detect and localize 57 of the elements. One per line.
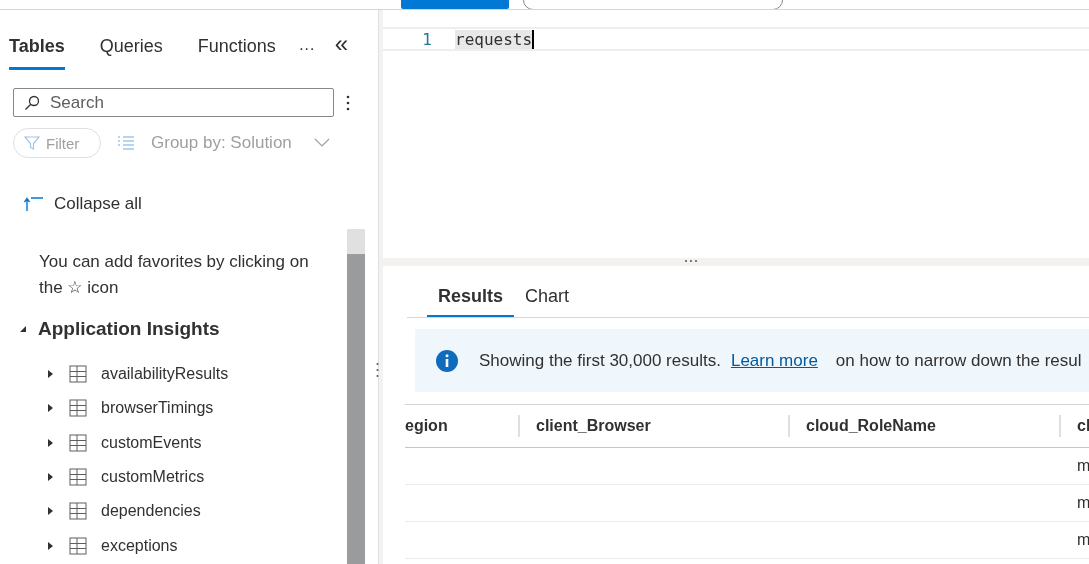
table-name: exceptions: [101, 536, 178, 555]
sidebar-tab[interactable]: Tables: [9, 36, 65, 70]
table-name: browserTimings: [101, 399, 214, 418]
kebab-menu-icon[interactable]: [346, 94, 350, 111]
table-cell-text: m: [1076, 531, 1089, 549]
tree-item[interactable]: availabilityResults: [45, 357, 229, 392]
search-icon: [24, 94, 40, 111]
table-name: customEvents: [101, 433, 202, 452]
column-header[interactable]: cl: [1059, 415, 1089, 437]
resize-handle[interactable]: [376, 362, 379, 378]
tree-item[interactable]: exceptions: [45, 528, 178, 563]
caret-right-icon[interactable]: [45, 472, 55, 483]
list-icon: [117, 135, 135, 151]
favorites-hint: You can add favorites by clicking on the ☆ icon: [39, 251, 310, 299]
banner-text: Showing the first 30,000 results.: [479, 350, 721, 371]
caret-down-icon[interactable]: [18, 324, 28, 334]
table-icon: [69, 365, 87, 384]
filter-icon: [24, 136, 40, 150]
table-cell-text: m: [1076, 457, 1089, 475]
table-name: customMetrics: [101, 468, 205, 487]
column-header[interactable]: client_Browser: [518, 415, 788, 437]
table-icon: [69, 502, 87, 521]
column-header[interactable]: egion: [405, 415, 518, 437]
line-number: 1: [421, 29, 433, 49]
splitter-handle[interactable]: [684, 259, 698, 263]
caret-right-icon[interactable]: [45, 540, 55, 551]
results-tab[interactable]: Results: [427, 286, 515, 317]
search-field[interactable]: Search: [13, 88, 334, 117]
caret-right-icon[interactable]: [45, 403, 55, 414]
table-icon: [69, 399, 87, 418]
table-name: dependencies: [101, 502, 201, 521]
caret-right-icon[interactable]: [45, 369, 55, 380]
tree-item[interactable]: customEvents: [45, 425, 202, 460]
table-icon: [69, 468, 87, 487]
tree-item[interactable]: customMetrics: [45, 459, 205, 495]
collapse-all-button[interactable]: Collapse all: [24, 194, 142, 214]
query-editor[interactable]: 1 requests: [383, 10, 1089, 258]
learn-more-link[interactable]: Learn more: [730, 350, 818, 370]
code-text: requests: [455, 29, 535, 49]
chevron-down-icon: [313, 138, 330, 148]
banner-text: on how to narrow down the resul: [835, 350, 1082, 371]
tree-item[interactable]: browserTimings: [45, 391, 214, 426]
table-icon: [69, 536, 87, 555]
collapse-icon: [24, 196, 44, 212]
results-tab[interactable]: Chart: [514, 286, 581, 317]
column-header[interactable]: cloud_RoleName: [788, 415, 1059, 437]
table-icon: [69, 433, 87, 452]
tree-item[interactable]: dependencies: [45, 494, 201, 529]
info-icon: [436, 349, 458, 372]
sidebar-tab[interactable]: Queries: [99, 36, 163, 70]
table-name: availabilityResults: [101, 365, 229, 384]
caret-right-icon[interactable]: [45, 437, 55, 448]
sidebar-tab[interactable]: Functions: [197, 36, 276, 70]
more-button[interactable]: ···: [298, 40, 315, 70]
collapse-panel-button[interactable]: «: [334, 30, 349, 70]
caret-right-icon[interactable]: [45, 506, 55, 517]
table-cell-text: m: [1076, 494, 1089, 512]
